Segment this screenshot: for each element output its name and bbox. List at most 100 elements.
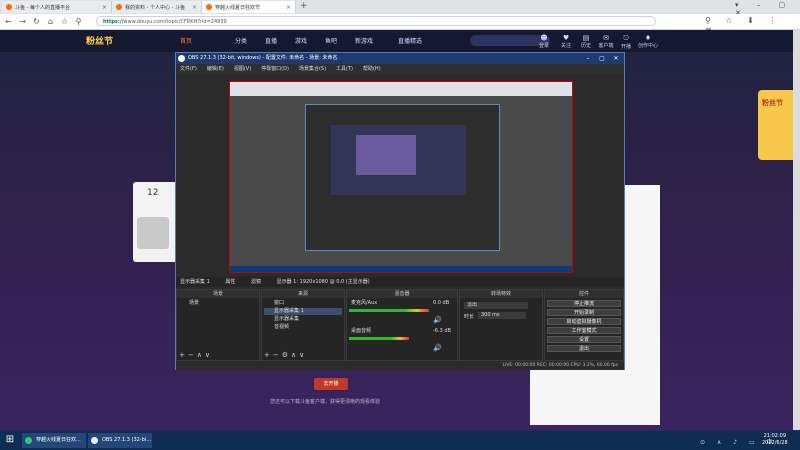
speaker-icon[interactable]: 🔊 [433, 316, 442, 324]
topicon-label: 客户端 [598, 43, 614, 49]
virtual-camera-button[interactable]: 启动虚拟摄像机 [547, 318, 621, 325]
scenes-dock-title: 场景 [177, 290, 259, 298]
taskbar-clock[interactable]: 21:02:09 2022/6/28 [762, 433, 788, 447]
event-badge[interactable]: 粉丝节 [758, 90, 796, 160]
douyu-favicon-icon [6, 4, 12, 10]
follow-button[interactable]: ♥ 关注 [556, 34, 576, 49]
nav-item[interactable]: 直播 [265, 36, 277, 45]
forward-icon[interactable]: → [18, 17, 27, 26]
close-tab-icon[interactable]: × [102, 4, 107, 11]
side-number: 12 [147, 188, 159, 198]
topicon-label: 开播 [620, 44, 631, 50]
studio-mode-button[interactable]: 工作室模式 [547, 327, 621, 334]
source-item[interactable]: 窗口 [264, 300, 342, 307]
obs-menu-bar: 文件(F) 编辑(E) 视图(V) 停靠窗口(D) 场景集合(S) 工具(T) … [176, 64, 624, 74]
nav-item[interactable]: 鱼吧 [325, 36, 337, 45]
mixer-dock-title: 混音器 [347, 290, 457, 298]
browser-tab-bar: 斗鱼 - 每个人的直播平台 × 我的资料 - 个人中心 - 斗鱼 × 穿越火线夏日狂… [0, 0, 800, 17]
menu-file[interactable]: 文件(F) [180, 64, 197, 74]
close-tab-icon[interactable]: × [286, 4, 291, 11]
filters-button[interactable]: 滤镜 [251, 279, 261, 285]
exit-button[interactable]: 退出 [547, 345, 621, 352]
scene-item[interactable]: 场景 [179, 300, 257, 307]
tab-label: 我的资料 - 个人中心 - 斗鱼 [125, 4, 185, 11]
audio-mixer-dock: 混音器 麦克风/Aux 0.0 dB 🔊 桌面音频 -6.3 dB 🔊 [346, 289, 458, 361]
stop-streaming-button[interactable]: 停止推流 [547, 300, 621, 307]
duration-input[interactable]: 300 ms [478, 312, 526, 319]
source-item-selected[interactable]: 显示器采集 1 [264, 308, 342, 315]
menu-help[interactable]: 帮助(H) [363, 64, 381, 74]
sources-dock-title: 来源 [262, 290, 344, 298]
browser-app-icon [25, 437, 32, 444]
douyu-favicon-icon [206, 4, 212, 10]
windows-start-icon[interactable]: ⊞ [4, 434, 16, 446]
obs-logo-icon [178, 55, 185, 62]
menu-docks[interactable]: 停靠窗口(D) [261, 64, 289, 74]
mixer-channel-db: 0.0 dB [433, 300, 450, 306]
menu-tools[interactable]: 工具(T) [336, 64, 353, 74]
page-scrollbar[interactable] [793, 30, 800, 430]
obs-status-bar: LIVE: 00:00:00 REC: 00:00:00 CPU: 3.2%, … [176, 361, 624, 370]
speaker-icon[interactable]: 🔊 [433, 344, 442, 352]
volume-meter [349, 309, 429, 312]
settings-button[interactable]: 设置 [547, 336, 621, 343]
site-logo[interactable]: 粉丝节 [86, 34, 113, 47]
close-tab-icon[interactable]: × [192, 4, 197, 11]
source-item[interactable]: 显示器采集 [264, 316, 342, 323]
display-select[interactable]: 显示器 1: 1920x1080 @ 0,0 (主显示器) [277, 279, 370, 285]
nav-item[interactable]: 直播精选 [398, 36, 422, 45]
minimize-icon[interactable]: – [581, 53, 595, 64]
properties-button[interactable]: 属性 [225, 279, 235, 285]
broadcast-icon: ⎋ [623, 34, 629, 42]
source-item[interactable]: 音视频 [264, 324, 342, 331]
nav-item[interactable]: 游戏 [295, 36, 307, 45]
broadcast-button[interactable]: ⎋ 开播 [616, 34, 636, 50]
transitions-dock-title: 转场特效 [460, 290, 542, 298]
bookmark-icon[interactable]: ⚲ [74, 17, 83, 26]
menu-view[interactable]: 视图(V) [234, 64, 251, 74]
scenes-dock: 场景 场景 +−∧∨ [176, 289, 260, 361]
user-icon: ☻ [540, 34, 548, 42]
client-button[interactable]: ✉ 客户端 [596, 34, 616, 49]
extension-icon[interactable]: ☆ [60, 17, 69, 26]
browser-tab-active[interactable]: 穿越火线夏日狂欢节 × [202, 1, 296, 13]
transition-select[interactable]: 淡出 [464, 302, 528, 309]
source-toolbar: 显示器采集 1 属性 滤镜 显示器 1: 1920x1080 @ 0,0 (主显… [176, 277, 624, 287]
selected-source-label: 显示器采集 1 [180, 279, 210, 285]
taskbar-obs[interactable]: OBS 27.1.3 (32-bi... [88, 433, 152, 448]
topicon-label: 创作中心 [638, 43, 659, 49]
menu-edit[interactable]: 编辑(E) [207, 64, 224, 74]
topicon-label: 历史 [580, 43, 591, 49]
scene-tools[interactable]: +−∧∨ [179, 351, 213, 359]
back-icon[interactable]: ← [4, 17, 13, 26]
menu-scene-collection[interactable]: 场景集合(S) [299, 64, 326, 74]
obs-title-bar[interactable]: OBS 27.1.3 (32-bit, windows) - 配置文件: 未命名… [176, 53, 624, 64]
heart-icon: ♥ [562, 34, 570, 42]
login-button[interactable]: ☻ 登录 [534, 34, 554, 49]
nav-item[interactable]: 分类 [235, 36, 247, 45]
start-recording-button[interactable]: 开始录制 [547, 309, 621, 316]
streamer-avatar[interactable] [137, 217, 169, 249]
nav-item[interactable]: 新游戏 [355, 36, 373, 45]
start-broadcast-button[interactable]: 去开播 [314, 378, 348, 390]
reload-icon[interactable]: ↻ [32, 17, 41, 26]
taskbar-browser[interactable]: 穿越火线夏日狂欢... [22, 433, 86, 448]
url-input[interactable]: https://www.douyu.com/topic/CFRKH?rid=24… [96, 16, 656, 26]
download-hint: 您还可以下载斗鱼客户端，获得更清晰的观看体验 [270, 399, 381, 405]
transitions-dock: 转场特效 淡出 时长 300 ms [459, 289, 543, 361]
nav-item[interactable]: 首页 [180, 36, 192, 45]
browser-tab[interactable]: 我的资料 - 个人中心 - 斗鱼 × [112, 1, 202, 13]
taskbar-item-label: OBS 27.1.3 (32-bi... [102, 437, 151, 443]
home-icon[interactable]: ⌂ [46, 17, 55, 26]
history-button[interactable]: ▤ 历史 [576, 34, 596, 49]
clock-date: 2022/6/28 [762, 440, 788, 446]
mail-icon: ✉ [603, 34, 609, 42]
source-tools[interactable]: +−⚙∧∨ [264, 351, 307, 359]
new-tab-button[interactable]: + [300, 1, 308, 11]
maximize-icon[interactable]: ▢ [595, 53, 609, 64]
creator-center-button[interactable]: ♦ 创作中心 [638, 34, 658, 49]
browser-tab[interactable]: 斗鱼 - 每个人的直播平台 × [2, 1, 112, 13]
topicon-label: 登录 [538, 43, 549, 49]
close-icon[interactable]: ✕ [609, 53, 623, 64]
obs-preview[interactable] [229, 81, 573, 273]
